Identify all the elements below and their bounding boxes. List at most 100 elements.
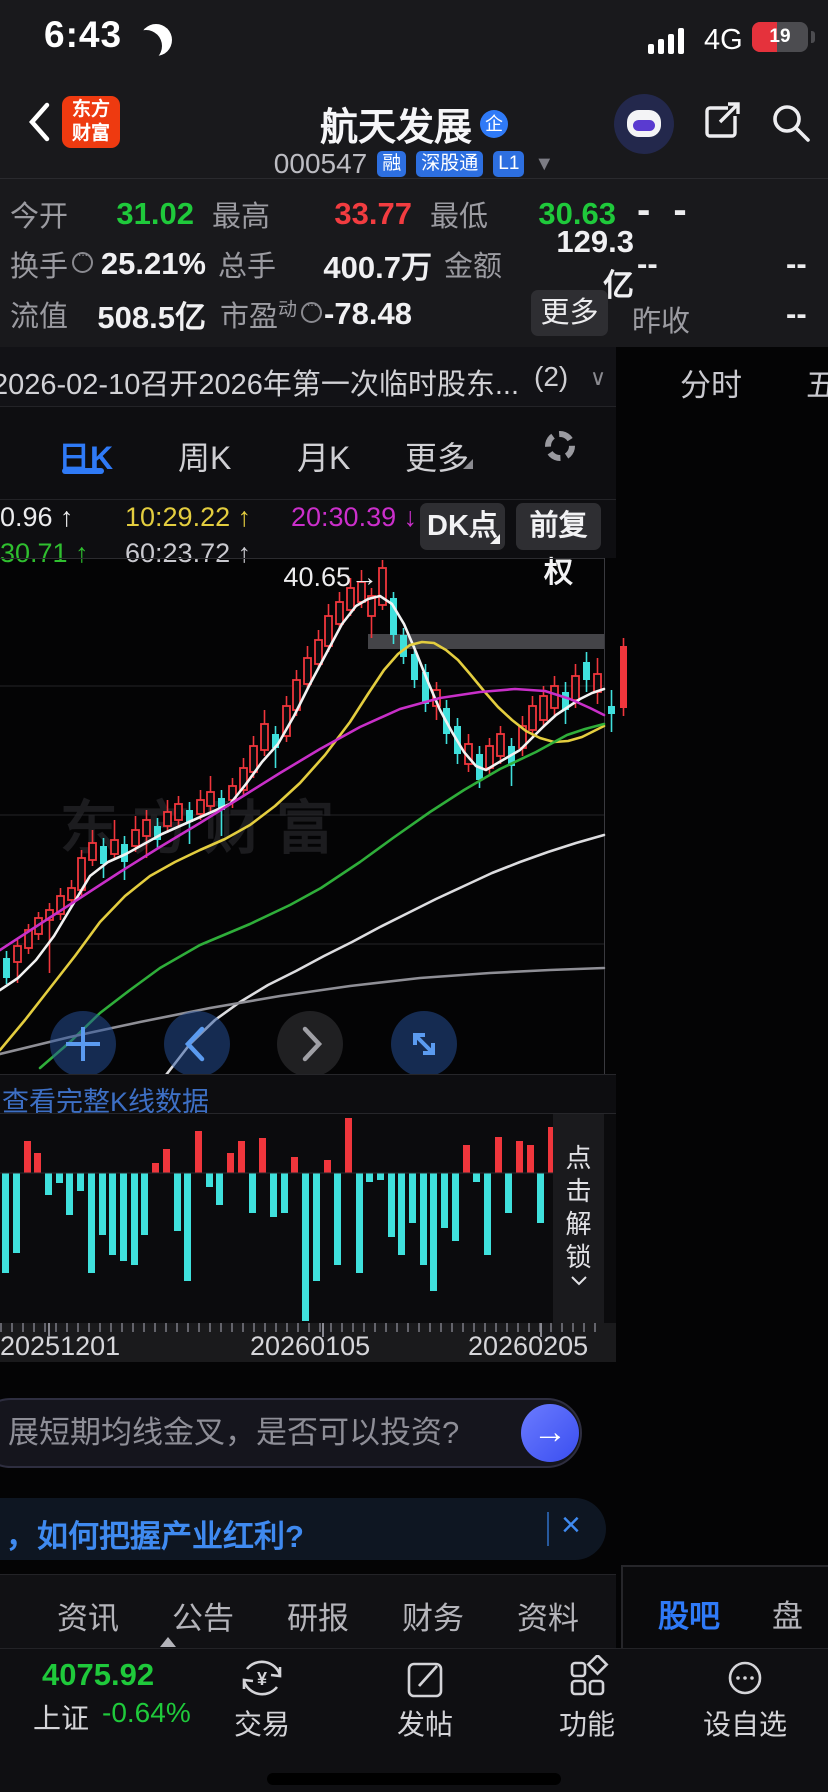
label-float-cap: 流值 xyxy=(10,301,69,333)
value-volume: 400.7万 xyxy=(323,249,432,285)
label-prev-close: 昨收 xyxy=(632,306,691,338)
svg-text:¥: ¥ xyxy=(257,1669,267,1689)
more-button[interactable]: 更多 xyxy=(531,290,608,336)
value-pe: -78.48 xyxy=(324,296,412,331)
announcement-bar[interactable]: 2026-02-10召开2026年第一次临时股东... (2) ∨ xyxy=(0,347,616,407)
kline-chart[interactable]: 东方财富 40.65→ xyxy=(0,558,632,1077)
tab-fenshi[interactable]: 分时 xyxy=(680,360,742,405)
label-low: 最低 xyxy=(430,201,489,233)
quote-row-3: 流值 508.5亿 市盈动 -78.48 更多 xyxy=(10,290,608,336)
divider xyxy=(0,178,828,179)
info-icon[interactable] xyxy=(301,297,323,323)
divider xyxy=(547,1512,549,1546)
price-placeholder: - - xyxy=(637,188,693,232)
svg-text:40.65→: 40.65→ xyxy=(283,562,378,592)
assistant-avatar[interactable] xyxy=(614,94,674,154)
x-axis: 20251201 20260105 20260205 xyxy=(0,1323,616,1362)
label-open: 今开 xyxy=(10,201,69,233)
status-time: 6:43 xyxy=(44,14,123,55)
active-tab-underline xyxy=(62,468,104,474)
nav-trade[interactable]: ¥ 交易 xyxy=(202,1649,322,1743)
axis-major-tick xyxy=(322,1323,324,1337)
crosshair-button[interactable] xyxy=(50,1011,116,1077)
value-open: 31.02 xyxy=(116,196,194,231)
home-indicator[interactable] xyxy=(267,1773,561,1785)
battery-icon: 19 xyxy=(752,22,815,52)
code-row[interactable]: 000547 融深股通 L1 ▼ xyxy=(0,148,828,180)
index-value[interactable]: 4075.92 xyxy=(42,1657,154,1693)
network-type: 4G xyxy=(704,24,743,56)
close-icon[interactable]: × xyxy=(561,1506,581,1545)
ma-legend: 0.96 ↑ 10:29.22 ↑ 20:30.39 ↓ 30.71 ↑ 60:… xyxy=(0,500,616,589)
chevron-down-icon: ∨ xyxy=(590,365,607,390)
forward-adjust-button[interactable]: 前复权 xyxy=(516,503,601,589)
value-prev-close: -- xyxy=(786,296,807,331)
ma5-value: 0.96 ↑ xyxy=(0,502,74,532)
volume-chart[interactable]: 点击解锁 xyxy=(0,1113,616,1324)
announcement-text: 2026-02-10召开2026年第一次临时股东... xyxy=(0,369,520,401)
value-high: 33.77 xyxy=(334,196,412,231)
search-icon[interactable] xyxy=(768,100,814,146)
tab-profile[interactable]: 资料 xyxy=(517,1593,579,1638)
ask-input[interactable]: 展短期均线金叉，是否可以投资? → xyxy=(0,1398,582,1468)
top-block: 6:43 4G 19 东方 财富 航天发展企 000547融深股通L1▼ xyxy=(0,0,828,347)
change-placeholder: -- xyxy=(637,246,658,281)
margin-badge: 融 xyxy=(377,151,407,177)
tab-announcements[interactable]: 公告 xyxy=(172,1593,234,1638)
enterprise-badge[interactable]: 企 xyxy=(480,109,508,138)
value-float-cap: 508.5亿 xyxy=(97,299,206,335)
promo-banner[interactable]: ，如何把握产业红利? × xyxy=(0,1498,606,1560)
label-amount: 金额 xyxy=(444,251,503,283)
tab-financials[interactable]: 财务 xyxy=(402,1593,464,1638)
trade-icon: ¥ xyxy=(242,1660,282,1696)
dk-point-button[interactable]: DK点 xyxy=(420,503,505,550)
label-turnover: 换手 xyxy=(10,243,94,285)
tab-monthly-k[interactable]: 月K xyxy=(297,433,350,479)
ask-placeholder: 展短期均线金叉，是否可以投资? xyxy=(8,1415,460,1450)
quote-row-2: 换手 25.21% 总手 400.7万 金额 129.3亿 xyxy=(10,224,634,303)
stock-detail-screen: 6:43 4G 19 东方 财富 航天发展企 000547融深股通L1▼ xyxy=(0,0,828,1792)
fullscreen-icon[interactable] xyxy=(391,1011,457,1077)
connect-badge: 深股通 xyxy=(416,151,484,177)
stock-code: 000547 xyxy=(273,148,368,179)
battery-level: 19 xyxy=(769,26,791,47)
chevron-down-icon xyxy=(570,1276,587,1286)
next-button[interactable] xyxy=(277,1011,343,1077)
unlock-strip[interactable]: 点击解锁 xyxy=(553,1114,604,1324)
gear-icon[interactable] xyxy=(545,431,575,461)
index-expander-icon[interactable] xyxy=(160,1637,176,1647)
info-icon[interactable] xyxy=(72,247,94,273)
tab-guba[interactable]: 股吧 xyxy=(658,1591,720,1636)
tab-news[interactable]: 资讯 xyxy=(57,1593,119,1638)
link-row: 查看完整K线数据 xyxy=(0,1074,616,1117)
nav-post[interactable]: 发帖 xyxy=(365,1649,485,1743)
axis-major-tick xyxy=(540,1323,542,1337)
axis-major-tick xyxy=(48,1323,50,1337)
triangle-icon xyxy=(490,534,500,544)
banner-text: ，如何把握产业红利? xyxy=(6,1519,304,1554)
ma10-value: 10:29.22 ↑ xyxy=(125,502,252,532)
tab-more-periods[interactable]: 更多 xyxy=(405,433,469,479)
index-change: -0.64% xyxy=(102,1697,191,1728)
content-tab-bar: 资讯 公告 研报 财务 资料 xyxy=(0,1574,616,1648)
tab-weekly-k[interactable]: 周K xyxy=(178,433,231,479)
level-badge: L1 xyxy=(493,151,525,177)
share-icon[interactable] xyxy=(700,100,744,144)
tab-research[interactable]: 研报 xyxy=(287,1593,349,1638)
tab-fiveday[interactable]: 五 xyxy=(806,360,828,405)
send-icon[interactable]: → xyxy=(521,1404,579,1462)
post-icon xyxy=(407,1662,443,1698)
ma20-value: 20:30.39 ↓ xyxy=(291,502,418,532)
nav-add-watchlist[interactable]: 设自选 xyxy=(685,1649,805,1743)
value-turnover: 25.21% xyxy=(100,246,206,281)
moon-icon xyxy=(140,24,172,56)
watchlist-icon xyxy=(728,1661,762,1695)
label-volume: 总手 xyxy=(218,251,277,283)
quote-row-1: 今开 31.02 最高 33.77 最低 30.63 xyxy=(10,196,616,233)
percent-placeholder: -- xyxy=(786,246,807,281)
prev-button[interactable] xyxy=(164,1011,230,1077)
signal-icon xyxy=(648,28,694,54)
label-high: 最高 xyxy=(212,201,271,233)
bottom-nav: 4075.92 上证 -0.64% ¥ 交易 发帖 功能 设自选 xyxy=(0,1637,828,1792)
nav-features[interactable]: 功能 xyxy=(527,1649,647,1743)
